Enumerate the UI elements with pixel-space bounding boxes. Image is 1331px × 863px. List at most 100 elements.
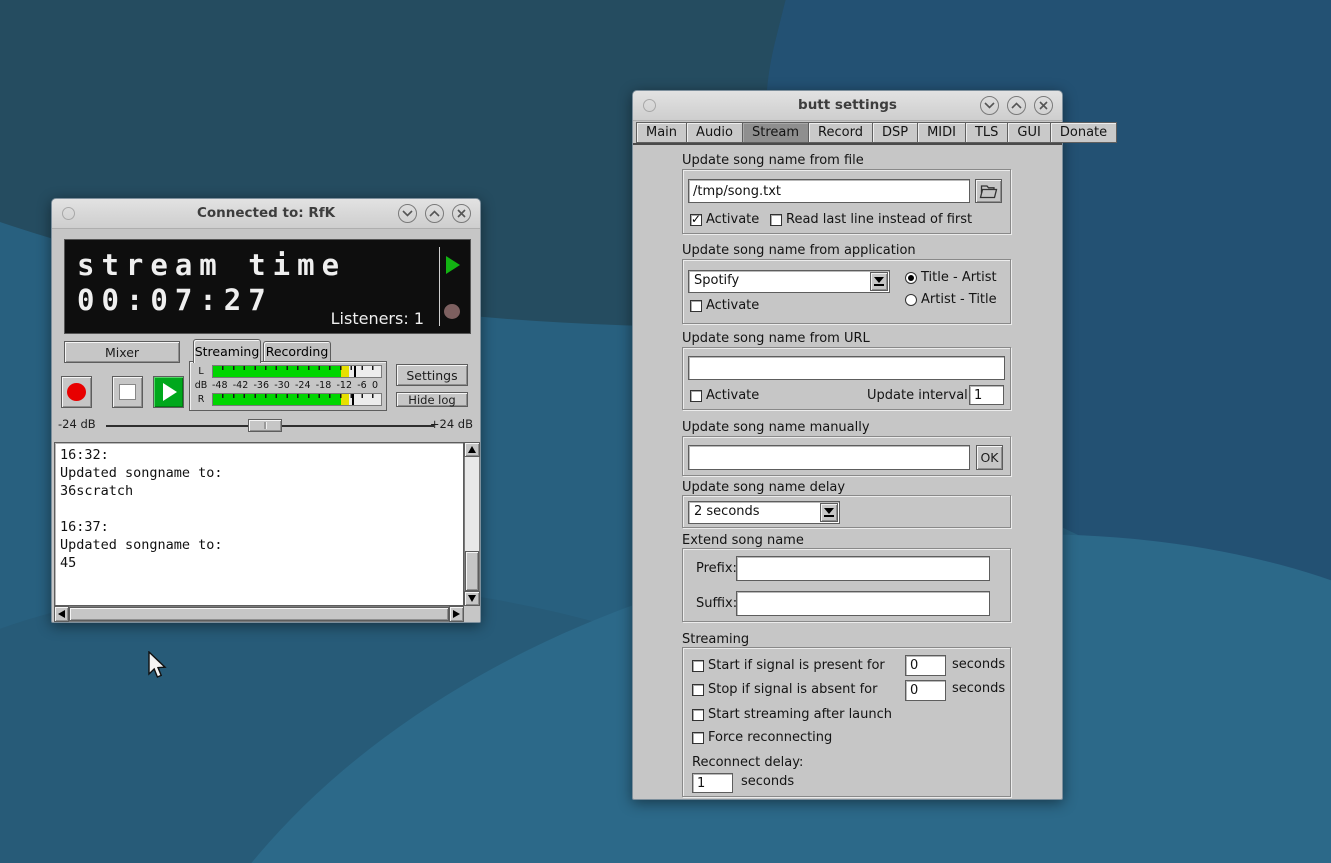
play-button[interactable]: [153, 376, 184, 408]
seconds-label: seconds: [952, 681, 1005, 696]
gain-slider-handle[interactable]: [248, 419, 282, 432]
settings-button[interactable]: Settings: [396, 364, 468, 386]
prefix-input[interactable]: [736, 556, 990, 581]
stop-button[interactable]: [112, 376, 143, 408]
settings-tab-bar: Main Audio Stream Record DSP MIDI TLS GU…: [636, 122, 1117, 143]
artist-title-label: Artist - Title: [921, 292, 997, 307]
artist-title-radio[interactable]: [905, 294, 917, 306]
vertical-scroll-thumb[interactable]: [465, 551, 479, 591]
update-interval-input[interactable]: [969, 385, 1004, 405]
gain-min-label: -24 dB: [58, 417, 96, 431]
start-after-launch-label: Start streaming after launch: [708, 707, 892, 722]
tab-donate[interactable]: Donate: [1050, 122, 1117, 143]
vu-meter-right: [212, 393, 382, 406]
shade-button[interactable]: [398, 204, 417, 223]
app-activate-checkbox[interactable]: [690, 300, 702, 312]
arrow-left-icon: [58, 610, 65, 618]
seconds-label: seconds: [952, 657, 1005, 672]
main-titlebar[interactable]: Connected to: RfK: [52, 199, 480, 229]
tab-midi[interactable]: MIDI: [917, 122, 965, 143]
ok-button[interactable]: OK: [976, 445, 1003, 470]
lcd-display: stream time 00:07:27 Listeners: 1: [64, 239, 471, 334]
tab-underline: [633, 143, 1062, 145]
close-button[interactable]: [452, 204, 471, 223]
log-line: 16:37:: [60, 518, 463, 536]
hide-log-button[interactable]: Hide log: [396, 392, 468, 407]
log-line: [60, 500, 463, 518]
shade-button[interactable]: [980, 96, 999, 115]
record-button[interactable]: [61, 376, 92, 408]
start-signal-seconds-input[interactable]: [905, 655, 946, 676]
lcd-listeners-count: Listeners: 1: [331, 309, 424, 328]
application-dropdown[interactable]: Spotify: [688, 270, 890, 293]
delay-dropdown[interactable]: 2 seconds: [688, 501, 840, 524]
stop-icon: [119, 384, 136, 400]
maximize-button[interactable]: [1007, 96, 1026, 115]
streaming-active-icon: [446, 256, 460, 274]
tab-audio[interactable]: Audio: [686, 122, 742, 143]
url-activate-label: Activate: [706, 388, 759, 403]
lcd-stream-time-label: stream time: [77, 248, 346, 282]
tab-main[interactable]: Main: [636, 122, 686, 143]
close-button[interactable]: [1034, 96, 1053, 115]
force-reconnect-checkbox[interactable]: [692, 732, 704, 744]
vu-left-label: L: [190, 365, 212, 378]
file-section-group: Activate Read last line instead of first: [682, 169, 1011, 234]
song-file-input[interactable]: [688, 179, 970, 203]
log-line: 16:32:: [60, 446, 463, 464]
scroll-up-button[interactable]: [464, 442, 480, 457]
start-if-signal-checkbox[interactable]: [692, 660, 704, 672]
mixer-button[interactable]: Mixer: [64, 341, 180, 363]
stop-signal-seconds-input[interactable]: [905, 680, 946, 701]
application-dropdown-value: Spotify: [694, 273, 739, 288]
suffix-input[interactable]: [736, 591, 990, 616]
delay-section-group: 2 seconds: [682, 495, 1011, 528]
stop-if-signal-checkbox[interactable]: [692, 684, 704, 696]
scrollbar-corner: [464, 606, 480, 622]
scroll-right-button[interactable]: [449, 606, 464, 622]
browse-file-button[interactable]: [975, 179, 1002, 203]
file-section-label: Update song name from file: [682, 153, 864, 168]
main-window: Connected to: RfK stream time 00:07:27 L…: [51, 198, 481, 623]
dropdown-arrow-button[interactable]: [820, 503, 838, 522]
app-section-group: Spotify Title - Artist Artist - Title Ac…: [682, 259, 1011, 324]
manual-song-input[interactable]: [688, 445, 970, 470]
stop-if-signal-label: Stop if signal is absent for: [708, 682, 877, 697]
tab-record[interactable]: Record: [808, 122, 872, 143]
horizontal-scroll-thumb[interactable]: [69, 607, 449, 621]
vu-tick: -42: [233, 379, 249, 392]
tab-recording[interactable]: Recording: [263, 341, 331, 361]
tab-stream[interactable]: Stream: [742, 122, 808, 143]
settings-titlebar[interactable]: butt settings: [633, 91, 1062, 121]
tab-gui[interactable]: GUI: [1007, 122, 1049, 143]
log-line: 36scratch: [60, 482, 463, 500]
title-artist-radio[interactable]: [905, 272, 917, 284]
dropdown-arrow-button[interactable]: [870, 272, 888, 291]
tab-dsp[interactable]: DSP: [872, 122, 917, 143]
vu-db-label: dB: [190, 379, 212, 392]
manual-section-group: OK: [682, 436, 1011, 476]
lcd-separator: [439, 247, 440, 326]
log-line: Updated songname to:: [60, 536, 463, 554]
chevron-down-icon: [874, 277, 884, 283]
scroll-left-button[interactable]: [54, 606, 69, 622]
log-text[interactable]: 16:32: Updated songname to: 36scratch 16…: [54, 442, 464, 606]
file-activate-checkbox[interactable]: [690, 214, 702, 226]
vu-tick: -36: [254, 379, 270, 392]
tab-tls[interactable]: TLS: [965, 122, 1007, 143]
tab-streaming[interactable]: Streaming: [193, 339, 261, 363]
app-activate-label: Activate: [706, 298, 759, 313]
delay-dropdown-value: 2 seconds: [694, 504, 760, 519]
chevron-down-icon: [824, 508, 834, 514]
start-after-launch-checkbox[interactable]: [692, 709, 704, 721]
folder-icon: [979, 184, 998, 199]
maximize-button[interactable]: [425, 204, 444, 223]
streaming-section-label: Streaming: [682, 632, 749, 647]
reconnect-delay-input[interactable]: [692, 773, 733, 793]
read-last-line-checkbox[interactable]: [770, 214, 782, 226]
prefix-label: Prefix:: [696, 561, 733, 576]
song-url-input[interactable]: [688, 356, 1005, 380]
url-activate-checkbox[interactable]: [690, 390, 702, 402]
chevron-down-icon: [402, 210, 413, 217]
scroll-down-button[interactable]: [464, 591, 480, 606]
